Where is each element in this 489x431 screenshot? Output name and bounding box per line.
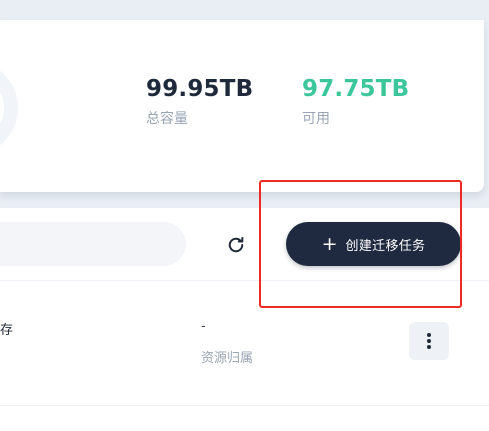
refresh-button[interactable] xyxy=(222,231,250,259)
toolbar: + 创建迁移任务 xyxy=(0,208,489,281)
resource-name: 存 xyxy=(0,323,14,338)
refresh-icon xyxy=(228,237,244,253)
plus-icon: + xyxy=(321,232,338,255)
row-actions-button[interactable] xyxy=(409,322,449,360)
table-row: 存 - 资源归属 xyxy=(0,281,489,406)
storage-summary-card: 99.95TB 总容量 97.75TB 可用 xyxy=(0,20,484,192)
create-migration-task-label: 创建迁移任务 xyxy=(345,238,426,254)
capacity-ring-chart xyxy=(0,60,18,156)
total-capacity-value: 99.95TB xyxy=(146,76,254,102)
available-capacity-stat: 97.75TB 可用 xyxy=(302,74,409,128)
resource-owner-label: 资源归属 xyxy=(201,351,254,366)
total-capacity-label: 总容量 xyxy=(146,111,188,127)
available-capacity-label: 可用 xyxy=(302,111,330,127)
more-vertical-icon xyxy=(427,333,431,349)
available-capacity-value: 97.75TB xyxy=(302,76,410,102)
search-input[interactable] xyxy=(0,222,186,266)
resource-owner-value: - xyxy=(201,319,206,334)
total-capacity-stat: 99.95TB 总容量 xyxy=(146,74,253,128)
migration-task-panel: + 创建迁移任务 存 - 资源归属 xyxy=(0,208,489,431)
create-migration-task-button[interactable]: + 创建迁移任务 xyxy=(286,222,461,266)
